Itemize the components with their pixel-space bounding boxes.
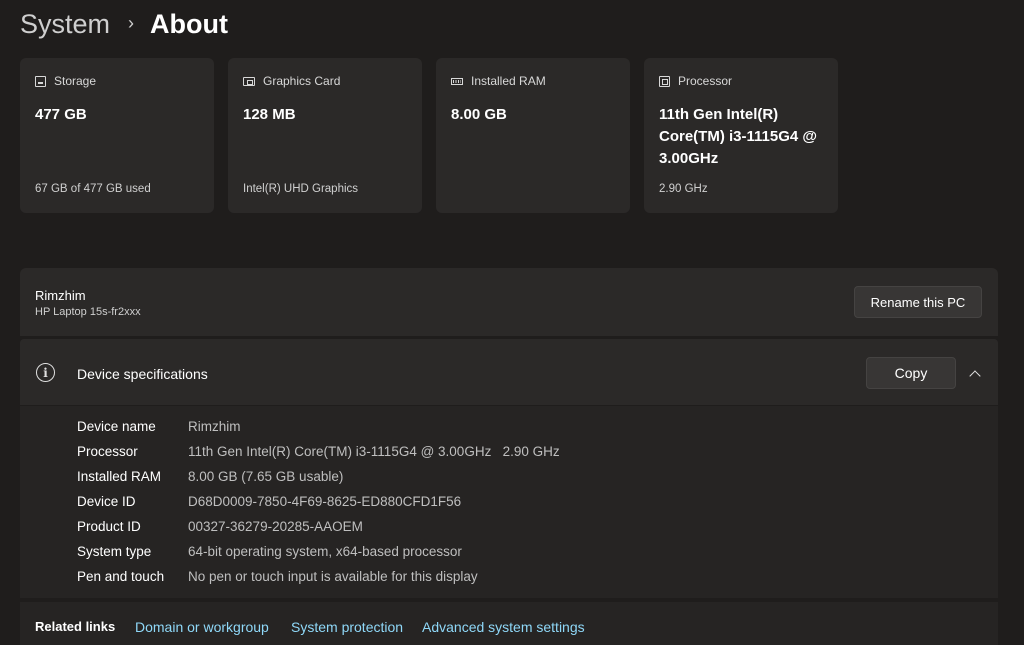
card-header: Processor	[659, 74, 732, 88]
related-links-section: Related links Domain or workgroup System…	[20, 602, 998, 645]
page-title: About	[150, 8, 228, 39]
card-value: 477 GB	[35, 106, 87, 123]
card-subtext: 2.90 GHz	[659, 183, 708, 195]
related-links-title: Related links	[35, 619, 116, 634]
device-specifications-title: Device specifications	[77, 366, 208, 382]
pc-name-section: Rimzhim HP Laptop 15s-fr2xxx Rename this…	[20, 268, 998, 336]
spec-row-system-type: System type 64-bit operating system, x64…	[77, 541, 462, 561]
card-label: Storage	[54, 74, 97, 88]
device-specifications-body: Device name Rimzhim Processor 11th Gen I…	[20, 405, 998, 598]
card-value: 128 MB	[243, 106, 296, 123]
spec-value: 11th Gen Intel(R) Core(TM) i3-1115G4 @ 3…	[188, 443, 560, 459]
breadcrumb-separator-icon: ›	[128, 12, 135, 33]
spec-row-device-id: Device ID D68D0009-7850-4F69-8625-ED880C…	[77, 491, 461, 511]
card-value: 11th Gen Intel(R) Core(TM) i3-1115G4 @ 3…	[659, 106, 818, 167]
copy-button[interactable]: Copy	[866, 357, 956, 389]
spec-row-installed-ram: Installed RAM 8.00 GB (7.65 GB usable)	[77, 466, 343, 486]
processor-card[interactable]: Processor 11th Gen Intel(R) Core(TM) i3-…	[644, 58, 838, 213]
storage-icon	[35, 75, 46, 87]
card-label: Graphics Card	[263, 74, 341, 88]
spec-label: Device ID	[77, 493, 136, 509]
spec-row-product-id: Product ID 00327-36279-20285-AAOEM	[77, 516, 363, 536]
system-protection-link[interactable]: System protection	[291, 619, 403, 635]
processor-icon	[659, 75, 670, 87]
ram-icon	[451, 77, 463, 85]
installed-ram-card[interactable]: Installed RAM 8.00 GB	[436, 58, 630, 213]
spec-label: Installed RAM	[77, 468, 162, 484]
breadcrumb: System › About	[20, 4, 228, 44]
spec-label: System type	[77, 543, 152, 559]
rename-pc-button[interactable]: Rename this PC	[854, 286, 982, 318]
card-subtext: Intel(R) UHD Graphics	[243, 183, 359, 195]
spec-label: Product ID	[77, 518, 141, 534]
pc-name: Rimzhim	[35, 288, 86, 303]
spec-row-device-name: Device name Rimzhim	[77, 416, 241, 436]
spec-label: Processor	[77, 443, 138, 459]
spec-value: No pen or touch input is available for t…	[188, 568, 478, 584]
card-header: Storage	[35, 74, 96, 88]
storage-card[interactable]: Storage 477 GB 67 GB of 477 GB used	[20, 58, 214, 213]
card-header: Installed RAM	[451, 74, 546, 88]
spec-row-pen-and-touch: Pen and touch No pen or touch input is a…	[77, 566, 478, 586]
info-icon: i	[36, 363, 55, 382]
spec-label: Pen and touch	[77, 568, 165, 584]
spec-value: 8.00 GB (7.65 GB usable)	[188, 468, 344, 484]
spec-value: D68D0009-7850-4F69-8625-ED880CFD1F56	[188, 493, 462, 509]
settings-about-page: System › About Storage 477 GB 67 GB of 4…	[0, 0, 1024, 645]
card-header: Graphics Card	[243, 74, 340, 88]
spec-value: Rimzhim	[188, 418, 241, 434]
pc-model: HP Laptop 15s-fr2xxx	[35, 306, 141, 318]
chevron-up-icon[interactable]	[967, 365, 983, 381]
spec-label: Device name	[77, 418, 156, 434]
advanced-system-settings-link[interactable]: Advanced system settings	[422, 619, 585, 635]
breadcrumb-system[interactable]: System	[20, 9, 110, 40]
graphics-card-icon	[243, 76, 255, 86]
card-label: Installed RAM	[471, 74, 546, 88]
device-specifications-header[interactable]: i Device specifications Copy	[20, 339, 998, 405]
spec-value: 00327-36279-20285-AAOEM	[188, 518, 363, 534]
spec-value: 64-bit operating system, x64-based proce…	[188, 543, 462, 559]
graphics-card-card[interactable]: Graphics Card 128 MB Intel(R) UHD Graphi…	[228, 58, 422, 213]
spec-row-processor: Processor 11th Gen Intel(R) Core(TM) i3-…	[77, 441, 560, 461]
card-label: Processor	[678, 74, 733, 88]
card-subtext: 67 GB of 477 GB used	[35, 183, 151, 195]
card-value: 8.00 GB	[451, 106, 507, 123]
domain-or-workgroup-link[interactable]: Domain or workgroup	[135, 619, 269, 635]
